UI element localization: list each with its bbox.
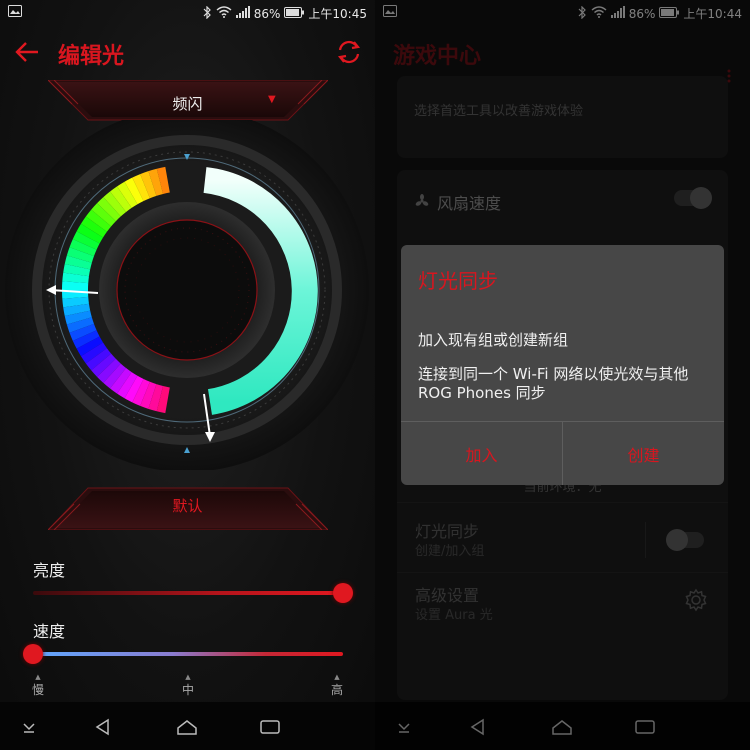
hue-arc-segment[interactable] bbox=[76, 336, 104, 357]
hue-arc-segment[interactable] bbox=[103, 191, 127, 217]
gallery-notification-icon bbox=[8, 5, 22, 20]
speed-slider-track[interactable] bbox=[33, 652, 343, 656]
hue-arc-segment[interactable] bbox=[72, 231, 100, 250]
hue-arc-segment[interactable] bbox=[91, 353, 116, 377]
hue-arc-segment[interactable] bbox=[69, 239, 97, 257]
dropdown-arrow-icon[interactable]: ▼ bbox=[268, 94, 276, 105]
back-nav-icon[interactable] bbox=[92, 716, 114, 738]
hue-arc-segment[interactable] bbox=[66, 247, 95, 263]
page-title: 编辑光 bbox=[58, 44, 125, 69]
speed-tick-slow: ▲ 慢 bbox=[31, 673, 44, 697]
hue-arc-segment[interactable] bbox=[148, 168, 164, 196]
hue-arc-segment[interactable] bbox=[110, 186, 132, 213]
hue-arc-segment[interactable] bbox=[62, 296, 89, 308]
color-wheel[interactable] bbox=[0, 120, 375, 470]
hue-arc-segment[interactable] bbox=[62, 272, 89, 284]
hue-arc-segment[interactable] bbox=[63, 303, 91, 316]
hue-arc-segment[interactable] bbox=[110, 367, 132, 394]
brightness-label: 亮度 bbox=[33, 561, 66, 580]
hue-arc-segment[interactable] bbox=[97, 358, 121, 383]
bluetooth-icon bbox=[203, 5, 212, 22]
hue-arc-segment[interactable] bbox=[156, 166, 170, 194]
home-nav-icon[interactable] bbox=[176, 716, 198, 738]
hue-arc-segment[interactable] bbox=[117, 372, 138, 399]
hue-arc-segment[interactable] bbox=[85, 348, 112, 371]
hue-arc-segment[interactable] bbox=[148, 384, 164, 412]
battery-icon bbox=[284, 6, 305, 21]
speed-slider-thumb[interactable] bbox=[23, 644, 43, 664]
hue-arc-segment[interactable] bbox=[91, 203, 116, 227]
hue-arc-segment[interactable] bbox=[97, 197, 121, 222]
recents-nav-icon[interactable] bbox=[259, 716, 281, 738]
hue-arc-segment[interactable] bbox=[85, 209, 112, 232]
hue-arc-segment[interactable] bbox=[103, 363, 127, 389]
hue-arc-segment[interactable] bbox=[132, 378, 151, 406]
dialog-body: 连接到同一个 Wi-Fi 网络以使光效与其他 ROG Phones 同步 bbox=[418, 365, 689, 402]
hue-arc-segment[interactable] bbox=[80, 216, 107, 238]
dialog-title: 灯光同步 bbox=[418, 269, 498, 293]
hue-arc-segment[interactable] bbox=[132, 174, 151, 202]
hue-arc-segment[interactable] bbox=[156, 386, 170, 414]
brightness-slider-track[interactable] bbox=[33, 591, 343, 595]
brightness-slider-thumb[interactable] bbox=[333, 583, 353, 603]
battery-percent: 86% bbox=[253, 6, 281, 21]
hue-arc-segment[interactable] bbox=[80, 342, 107, 364]
hue-arc-segment[interactable] bbox=[69, 323, 97, 341]
back-arrow-icon[interactable] bbox=[14, 40, 42, 64]
hue-arc-segment[interactable] bbox=[64, 255, 92, 270]
hue-arc-segment[interactable] bbox=[72, 330, 100, 349]
speed-tick-high: ▲ 高 bbox=[330, 673, 343, 697]
join-button[interactable]: 加入 bbox=[401, 422, 562, 485]
signal-icon bbox=[235, 6, 250, 21]
clock: 上午10:45 bbox=[308, 7, 367, 21]
hue-arc-segment[interactable] bbox=[124, 177, 144, 205]
hue-arc-segment[interactable] bbox=[63, 264, 91, 277]
hue-arc-segment[interactable] bbox=[64, 310, 92, 325]
edit-light-screen: 86% 上午10:45 编辑光 频闪 ▼ 默认 亮度 速度 ▲ 慢 ▲ 中 ▲ … bbox=[0, 0, 375, 750]
create-button[interactable]: 创建 bbox=[563, 422, 724, 485]
hue-arc-segment[interactable] bbox=[117, 181, 138, 208]
reset-sync-icon[interactable] bbox=[335, 38, 363, 66]
hue-arc-segment[interactable] bbox=[124, 375, 144, 403]
hue-arc-segment[interactable] bbox=[76, 223, 104, 244]
speed-label: 速度 bbox=[33, 622, 66, 641]
speed-tick-medium: ▲ 中 bbox=[181, 673, 194, 697]
hue-arc-segment[interactable] bbox=[140, 171, 157, 199]
default-label: 默认 bbox=[172, 497, 203, 515]
hue-arc-segment[interactable] bbox=[140, 381, 157, 409]
wifi-icon bbox=[216, 6, 232, 21]
mode-label: 频闪 bbox=[172, 95, 203, 113]
light-sync-dialog: 灯光同步 加入现有组或创建新组 连接到同一个 Wi-Fi 网络以使光效与其他 R… bbox=[401, 245, 724, 485]
status-bar: 86% 上午10:45 bbox=[0, 0, 375, 26]
hue-arc-segment[interactable] bbox=[66, 317, 95, 333]
dialog-subtitle: 加入现有组或创建新组 bbox=[418, 331, 569, 349]
hide-nav-icon[interactable] bbox=[18, 716, 40, 738]
navigation-bar bbox=[0, 702, 375, 750]
